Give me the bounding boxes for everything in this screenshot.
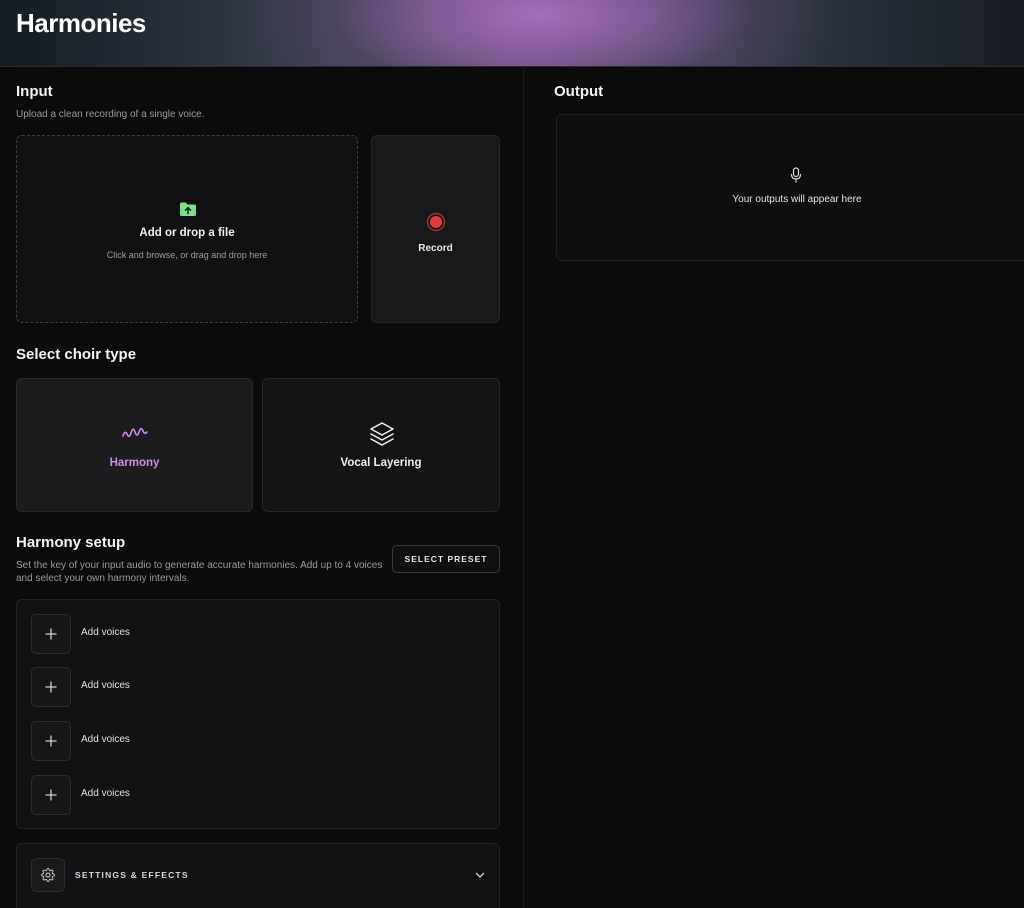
plus-icon (45, 628, 57, 640)
plus-icon (45, 681, 57, 693)
settings-effects-toggle[interactable]: SETTINGS & EFFECTS (16, 843, 500, 908)
choir-title: Select choir type (16, 346, 137, 363)
dropzone-subtitle: Click and browse, or drag and drop here (106, 250, 268, 260)
harmony-setup-title: Harmony setup (16, 534, 126, 551)
add-voice-label: Add voices (81, 788, 130, 799)
plus-icon (45, 789, 57, 801)
layers-icon (370, 422, 394, 446)
voice-row[interactable]: Add voices (31, 721, 331, 761)
voice-row[interactable]: Add voices (31, 667, 331, 707)
add-voice-label: Add voices (81, 680, 130, 691)
app-title: Harmonies (16, 8, 146, 38)
voices-panel: Add voices Add voices Add voices Add voi… (16, 599, 500, 829)
record-icon (426, 212, 446, 232)
choir-label-vocal-layering: Vocal Layering (340, 457, 422, 469)
add-voice-button[interactable] (31, 721, 71, 761)
plus-icon (45, 735, 57, 747)
dropzone-title: Add or drop a file (139, 227, 235, 239)
app-header: Harmonies (0, 0, 1024, 67)
input-panel: Input Upload a clean recording of a sing… (0, 67, 524, 908)
microphone-icon (790, 167, 802, 183)
input-title: Input (16, 83, 53, 100)
add-voice-button[interactable] (31, 667, 71, 707)
folder-upload-icon (180, 202, 196, 216)
wave-icon (122, 427, 148, 438)
add-voice-button[interactable] (31, 775, 71, 815)
add-voice-label: Add voices (81, 627, 130, 638)
add-voice-button[interactable] (31, 614, 71, 654)
add-voice-label: Add voices (81, 734, 130, 745)
chevron-down-icon (475, 872, 485, 878)
output-panel: Output Your outputs will appear here (525, 67, 1024, 908)
settings-effects-label: SETTINGS & EFFECTS (75, 870, 189, 880)
output-title: Output (554, 83, 604, 100)
output-area: Your outputs will appear here (556, 114, 1024, 261)
output-empty-text: Your outputs will appear here (732, 194, 862, 205)
input-subtitle: Upload a clean recording of a single voi… (16, 109, 205, 120)
choir-label-harmony: Harmony (109, 457, 160, 469)
gear-icon (41, 868, 55, 882)
record-button[interactable]: Record (371, 135, 500, 323)
voice-row[interactable]: Add voices (31, 614, 331, 654)
record-label: Record (418, 243, 453, 254)
settings-icon-box (31, 858, 65, 892)
voice-row[interactable]: Add voices (31, 775, 331, 815)
choir-option-vocal-layering[interactable]: Vocal Layering (262, 378, 500, 512)
harmony-setup-description: Set the key of your input audio to gener… (16, 560, 383, 584)
choir-option-harmony[interactable]: Harmony (16, 378, 253, 512)
file-dropzone[interactable]: Add or drop a file Click and browse, or … (16, 135, 358, 323)
select-preset-button[interactable]: SELECT PRESET (392, 545, 500, 573)
